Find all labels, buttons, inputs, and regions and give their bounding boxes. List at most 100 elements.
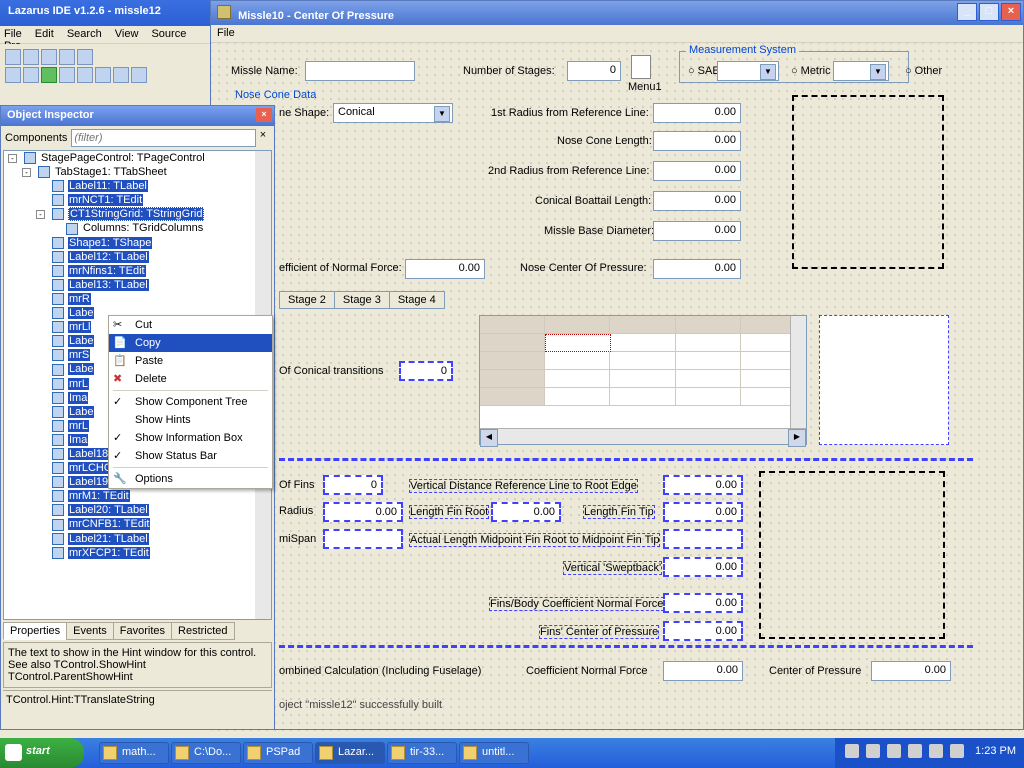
- form-title[interactable]: Missle10 - Center Of Pressure _ □ ×: [211, 1, 1023, 25]
- task-2[interactable]: C:\Do...: [171, 742, 241, 764]
- len-tip-input[interactable]: 0.00: [663, 502, 743, 522]
- tool-saveall-icon[interactable]: [59, 49, 75, 65]
- tool-open-icon[interactable]: [23, 49, 39, 65]
- oi-tab-properties[interactable]: Properties: [3, 622, 67, 640]
- system-tray[interactable]: 1:23 PM: [835, 738, 1024, 768]
- cnf-input[interactable]: 0.00: [405, 259, 485, 279]
- tree-node[interactable]: Label20: TLabel: [4, 503, 271, 517]
- tool-open2-icon[interactable]: [5, 67, 21, 83]
- ide-menu-file[interactable]: File: [4, 28, 22, 40]
- fcp-input[interactable]: 0.00: [663, 621, 743, 641]
- tree-node[interactable]: mrXFCP1: TEdit: [4, 546, 271, 560]
- image-placeholder-1[interactable]: [792, 95, 944, 269]
- start-button[interactable]: start: [0, 738, 84, 768]
- missle-name-input[interactable]: [305, 61, 415, 81]
- ctx-copy[interactable]: 📄Copy: [109, 334, 272, 352]
- metric-radio[interactable]: Metric: [791, 65, 831, 77]
- tab-stage2[interactable]: Stage 2: [279, 291, 335, 309]
- ide-menu-edit[interactable]: Edit: [35, 28, 54, 40]
- boat-input[interactable]: 0.00: [653, 191, 741, 211]
- vert-dist-input[interactable]: 0.00: [663, 475, 743, 495]
- tree-node[interactable]: mrR: [4, 292, 271, 306]
- form-menu-file[interactable]: File: [217, 27, 235, 39]
- ctx-cut[interactable]: ✂Cut: [109, 316, 272, 334]
- tree-node[interactable]: Label21: TLabel: [4, 532, 271, 546]
- ctx-delete[interactable]: ✖Delete: [109, 370, 272, 388]
- ctx-show-tree[interactable]: ✓Show Component Tree: [109, 393, 272, 411]
- other-radio[interactable]: Other: [905, 65, 942, 77]
- step-out-icon[interactable]: [131, 67, 147, 83]
- tree-node[interactable]: -CT1StringGrid: TStringGrid: [4, 207, 271, 221]
- fbcnf-input[interactable]: 0.00: [663, 593, 743, 613]
- ide-menu-search[interactable]: Search: [67, 28, 102, 40]
- ide-menu-source[interactable]: Source: [151, 28, 186, 40]
- fins-input[interactable]: 0: [323, 475, 383, 495]
- r2-input[interactable]: 0.00: [653, 161, 741, 181]
- tree-node[interactable]: Columns: TGridColumns: [4, 221, 271, 235]
- tool-save-icon[interactable]: [41, 49, 57, 65]
- stop-icon[interactable]: [77, 67, 93, 83]
- cop-input[interactable]: 0.00: [871, 661, 951, 681]
- task-5[interactable]: tir-33...: [387, 742, 457, 764]
- ctx-options[interactable]: 🔧Options: [109, 470, 272, 488]
- task-3[interactable]: PSPad: [243, 742, 313, 764]
- minimize-button[interactable]: _: [957, 3, 977, 21]
- metric-dropdown[interactable]: [833, 61, 889, 81]
- ide-menu-view[interactable]: View: [115, 28, 139, 40]
- image-placeholder-2[interactable]: [759, 471, 945, 639]
- task-1[interactable]: math...: [99, 742, 169, 764]
- tree-node[interactable]: Label13: TLabel: [4, 278, 271, 292]
- form-design-surface[interactable]: Missle Name: Number of Stages: 0 Menu1 M…: [211, 43, 1023, 731]
- tool-new-icon[interactable]: [5, 49, 21, 65]
- sae-dropdown[interactable]: [717, 61, 779, 81]
- expand-icon[interactable]: -: [22, 168, 31, 177]
- vert-swept-input[interactable]: 0.00: [663, 557, 743, 577]
- tree-node[interactable]: Label11: TLabel: [4, 179, 271, 193]
- ct1-stringgrid[interactable]: [479, 315, 807, 445]
- close-button[interactable]: ×: [1001, 3, 1021, 21]
- tree-node[interactable]: mrCNFB1: TEdit: [4, 517, 271, 531]
- tree-node[interactable]: -StagePageControl: TPageControl: [4, 151, 271, 165]
- len-input[interactable]: 0.00: [653, 131, 741, 151]
- tray-icon[interactable]: [866, 744, 880, 758]
- tree-node[interactable]: Label12: TLabel: [4, 250, 271, 264]
- tool-form-icon[interactable]: [23, 67, 39, 83]
- ncp-input[interactable]: 0.00: [653, 259, 741, 279]
- tab-stage4[interactable]: Stage 4: [389, 291, 445, 309]
- conical-trans-input[interactable]: 0: [399, 361, 453, 381]
- len-root-input[interactable]: 0.00: [491, 502, 561, 522]
- actual-len-input[interactable]: [663, 529, 743, 549]
- tree-node[interactable]: Shape1: TShape: [4, 236, 271, 250]
- tray-icon[interactable]: [908, 744, 922, 758]
- tool-btn-icon[interactable]: [77, 49, 93, 65]
- ctx-paste[interactable]: 📋Paste: [109, 352, 272, 370]
- tray-icon[interactable]: [950, 744, 964, 758]
- oi-tab-favorites[interactable]: Favorites: [113, 622, 172, 640]
- filter-clear-icon[interactable]: ×: [256, 129, 270, 147]
- clock[interactable]: 1:23 PM: [975, 745, 1016, 757]
- oi-tab-events[interactable]: Events: [66, 622, 114, 640]
- sae-radio[interactable]: SAE: [688, 65, 720, 77]
- ctx-show-status[interactable]: ✓Show Status Bar: [109, 447, 272, 465]
- shape1[interactable]: [819, 315, 949, 445]
- tab-stage3[interactable]: Stage 3: [334, 291, 390, 309]
- tray-icon[interactable]: [929, 744, 943, 758]
- mispan-input[interactable]: [323, 529, 403, 549]
- run-icon[interactable]: [41, 67, 57, 83]
- tree-node[interactable]: mrNCT1: TEdit: [4, 193, 271, 207]
- base-input[interactable]: 0.00: [653, 221, 741, 241]
- grid-vscroll[interactable]: [790, 316, 806, 428]
- oi-close-button[interactable]: ×: [256, 108, 272, 122]
- maximize-button[interactable]: □: [979, 3, 999, 21]
- tray-icon[interactable]: [887, 744, 901, 758]
- num-stages-input[interactable]: 0: [567, 61, 621, 81]
- grid-hscroll[interactable]: [480, 428, 806, 444]
- r1-input[interactable]: 0.00: [653, 103, 741, 123]
- menu-designer-icon[interactable]: [631, 55, 651, 79]
- step-into-icon[interactable]: [113, 67, 129, 83]
- components-filter-input[interactable]: [71, 129, 256, 147]
- task-4[interactable]: Lazar...: [315, 742, 385, 764]
- pause-icon[interactable]: [59, 67, 75, 83]
- radius-input[interactable]: 0.00: [323, 502, 403, 522]
- expand-icon[interactable]: -: [8, 154, 17, 163]
